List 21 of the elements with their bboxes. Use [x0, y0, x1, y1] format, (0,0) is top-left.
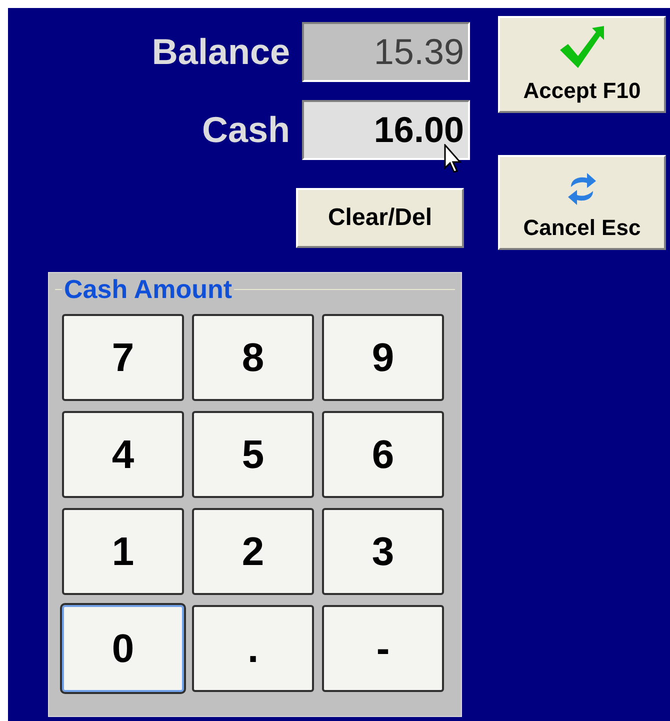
keypad-key[interactable]: 3 [322, 508, 444, 595]
keypad-key[interactable]: 8 [192, 314, 314, 401]
keypad-key[interactable]: 0 [62, 605, 184, 692]
keypad-key[interactable]: - [322, 605, 444, 692]
keypad-key[interactable]: 9 [322, 314, 444, 401]
checkmark-icon [558, 26, 606, 70]
field-label: Balance [152, 30, 290, 74]
clear-button[interactable]: Clear/Del [296, 188, 464, 248]
refresh-icon [567, 171, 597, 207]
keypad-key[interactable]: . [192, 605, 314, 692]
cancel-button[interactable]: Cancel Esc [498, 155, 666, 250]
cursor-icon [444, 144, 464, 174]
keypad-key[interactable]: 6 [322, 411, 444, 498]
field-label: Cash [202, 108, 290, 152]
keypad-key[interactable]: 2 [192, 508, 314, 595]
keypad-key[interactable]: 1 [62, 508, 184, 595]
keypad-key[interactable]: 7 [62, 314, 184, 401]
keypad-key[interactable]: 5 [192, 411, 314, 498]
keypad-key[interactable]: 4 [62, 411, 184, 498]
accept-button[interactable]: Accept F10 [498, 16, 666, 113]
amount-field[interactable]: 16.00 [302, 100, 470, 160]
